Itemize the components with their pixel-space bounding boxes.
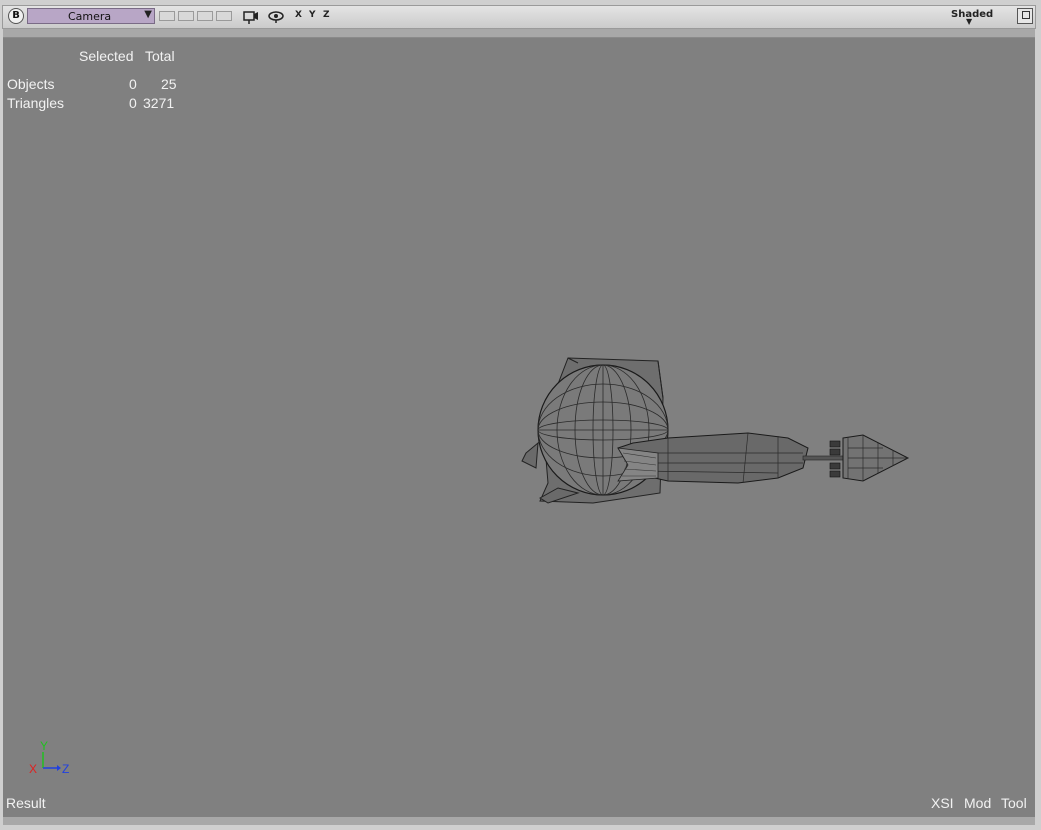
axis-y-label: Y [40, 739, 48, 753]
eye-icon[interactable] [267, 10, 285, 24]
toolbar-divider [3, 29, 1035, 38]
stats-header-total: Total [145, 48, 175, 64]
stats-triangles-label: Triangles [7, 95, 65, 111]
memo-slot-4[interactable] [216, 11, 232, 21]
viewport-window: B Camera ▼ X Y Z Shaded ▼ Selected Total [0, 0, 1041, 830]
memo-slot-2[interactable] [178, 11, 194, 21]
chevron-down-icon: ▼ [966, 17, 973, 26]
memo-slot-3[interactable] [197, 11, 213, 21]
axis-z-arrow [57, 765, 61, 771]
footer-mod: Mod [964, 795, 992, 811]
viewport-menu-button[interactable]: B [8, 8, 24, 24]
camera-dropdown[interactable]: Camera ▼ [27, 8, 155, 24]
bottom-divider [3, 817, 1035, 825]
stats-objects-selected: 0 [129, 76, 137, 92]
footer-tool: Tool [1001, 795, 1027, 811]
camera-label: Camera [68, 10, 112, 23]
stats-triangles-selected: 0 [129, 95, 137, 111]
axis-x-toggle[interactable]: X [295, 10, 302, 20]
camera-icon[interactable] [242, 9, 260, 25]
axis-gizmo: Y X Z [29, 739, 69, 776]
maximize-viewport-button[interactable] [1017, 8, 1033, 24]
chevron-down-icon: ▼ [144, 9, 152, 20]
viewport-toolbar: B Camera ▼ X Y Z Shaded ▼ [2, 5, 1036, 29]
axis-y-toggle[interactable]: Y [309, 10, 316, 20]
spaceship-model[interactable] [518, 353, 913, 508]
stats-header-selected: Selected [79, 48, 134, 64]
axis-z-label: Z [62, 762, 69, 776]
axis-x-label: X [29, 762, 37, 776]
result-label: Result [6, 795, 46, 811]
stats-objects-total: 25 [161, 76, 177, 92]
stats-objects-label: Objects [7, 76, 55, 92]
footer-xsi: XSI [931, 795, 954, 811]
3d-viewport[interactable]: Selected Total Objects 0 25 Triangles 0 … [3, 38, 1035, 817]
axis-z-toggle[interactable]: Z [323, 10, 330, 20]
stats-triangles-total: 3271 [143, 95, 175, 111]
memo-slot-1[interactable] [159, 11, 175, 21]
